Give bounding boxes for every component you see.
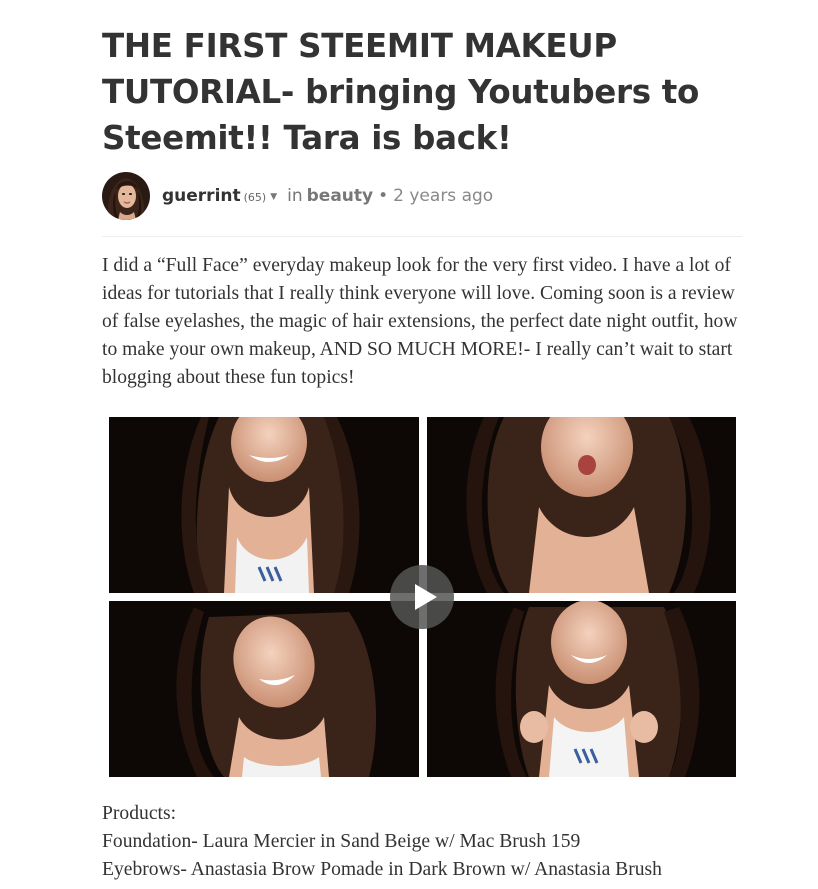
author-link[interactable]: guerrint [162,186,241,206]
products-list: Products: Foundation- Laura Mercier in S… [102,800,742,884]
post-timestamp[interactable]: 2 years ago [393,186,493,206]
products-heading: Products: [102,803,177,824]
collage-panel-1 [109,417,419,593]
caret-down-icon[interactable]: ▼ [270,192,277,202]
collage-panel-4 [427,600,736,777]
post-meta: guerrint (65) ▼ in beauty • 2 years ago [162,186,493,206]
avatar[interactable] [102,172,150,220]
post-intro: I did a “Full Face” everyday makeup look… [102,255,738,388]
byline: guerrint (65) ▼ in beauty • 2 years ago [102,172,742,220]
product-line-foundation: Foundation- Laura Mercier in Sand Beige … [102,831,581,852]
avatar-image [102,172,150,220]
post-title: THE FIRST STEEMIT MAKEUP TUTORIAL- bring… [102,27,700,157]
product-line-eyebrows: Eyebrows- Anastasia Brow Pomade in Dark … [102,859,662,880]
play-icon[interactable] [390,565,454,629]
collage-panel-3 [109,601,419,777]
collage-panel-2 [427,417,736,593]
video-thumbnail[interactable] [109,417,736,777]
byline-divider [102,236,742,237]
in-label: in [287,186,303,206]
meta-separator: • [378,186,389,206]
author-reputation: (65) [243,191,267,204]
category-link[interactable]: beauty [307,186,373,206]
